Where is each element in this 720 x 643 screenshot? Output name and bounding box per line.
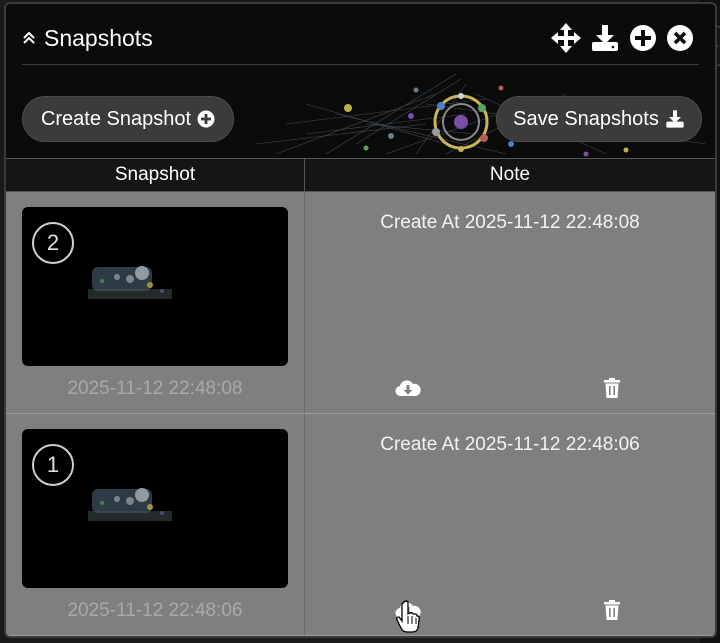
snapshot-cell: 1 2025-11-12 22:48:06 bbox=[6, 414, 305, 635]
column-header-note: Note bbox=[489, 164, 531, 185]
snapshots-table: Snapshot Note 2 2025-11-12 22:48:08 Crea… bbox=[6, 158, 715, 636]
collapse-icon[interactable] bbox=[20, 29, 38, 47]
table-header: Snapshot Note bbox=[6, 158, 715, 192]
note-cell: Create At 2025-11-12 22:48:08 bbox=[305, 192, 715, 413]
table-row: 2 2025-11-12 22:48:08 Create At 2025-11-… bbox=[6, 192, 715, 414]
snapshots-panel: Snapshots Create Snapshot Save Snapshots… bbox=[4, 2, 717, 638]
snapshot-index-badge: 2 bbox=[32, 222, 74, 264]
column-header-snapshot: Snapshot bbox=[6, 159, 305, 191]
note-text: Create At 2025-11-12 22:48:08 bbox=[380, 212, 640, 233]
create-snapshot-label: Create Snapshot bbox=[40, 107, 192, 130]
panel-title: Snapshots bbox=[44, 24, 153, 51]
move-icon[interactable] bbox=[551, 23, 581, 53]
snapshot-index-badge: 1 bbox=[32, 444, 74, 486]
snapshot-date: 2025-11-12 22:48:08 bbox=[67, 378, 243, 399]
trash-icon bbox=[604, 378, 620, 398]
panel-header: Snapshots bbox=[20, 20, 153, 56]
snapshot-date: 2025-11-12 22:48:06 bbox=[67, 600, 243, 621]
note-cell: Create At 2025-11-12 22:48:06 bbox=[305, 414, 715, 635]
snapshot-cell: 2 2025-11-12 22:48:08 bbox=[6, 192, 305, 413]
note-text: Create At 2025-11-12 22:48:06 bbox=[380, 434, 640, 455]
create-snapshot-button[interactable]: Create Snapshot bbox=[22, 96, 234, 142]
save-snapshots-label: Save Snapshots bbox=[513, 107, 659, 130]
trash-icon bbox=[604, 600, 620, 620]
add-circle-icon[interactable] bbox=[629, 24, 657, 52]
cloud-download-icon bbox=[395, 380, 421, 397]
snapshot-thumbnail[interactable]: 1 bbox=[22, 429, 288, 588]
table-row: 1 2025-11-12 22:48:06 Create At 2025-11-… bbox=[6, 414, 715, 636]
delete-button[interactable] bbox=[598, 598, 626, 622]
delete-button[interactable] bbox=[598, 376, 626, 400]
panel-header-actions bbox=[551, 20, 703, 56]
snapshot-thumbnail[interactable]: 2 bbox=[22, 207, 288, 366]
hand-pointer-cursor-icon bbox=[396, 600, 420, 633]
cloud-download-button[interactable] bbox=[394, 376, 422, 400]
add-circle-icon bbox=[197, 110, 215, 128]
download-icon[interactable] bbox=[590, 23, 620, 53]
close-circle-icon[interactable] bbox=[666, 24, 694, 52]
header-divider bbox=[22, 64, 699, 65]
download-icon bbox=[666, 110, 684, 128]
save-snapshots-button[interactable]: Save Snapshots bbox=[496, 96, 702, 142]
